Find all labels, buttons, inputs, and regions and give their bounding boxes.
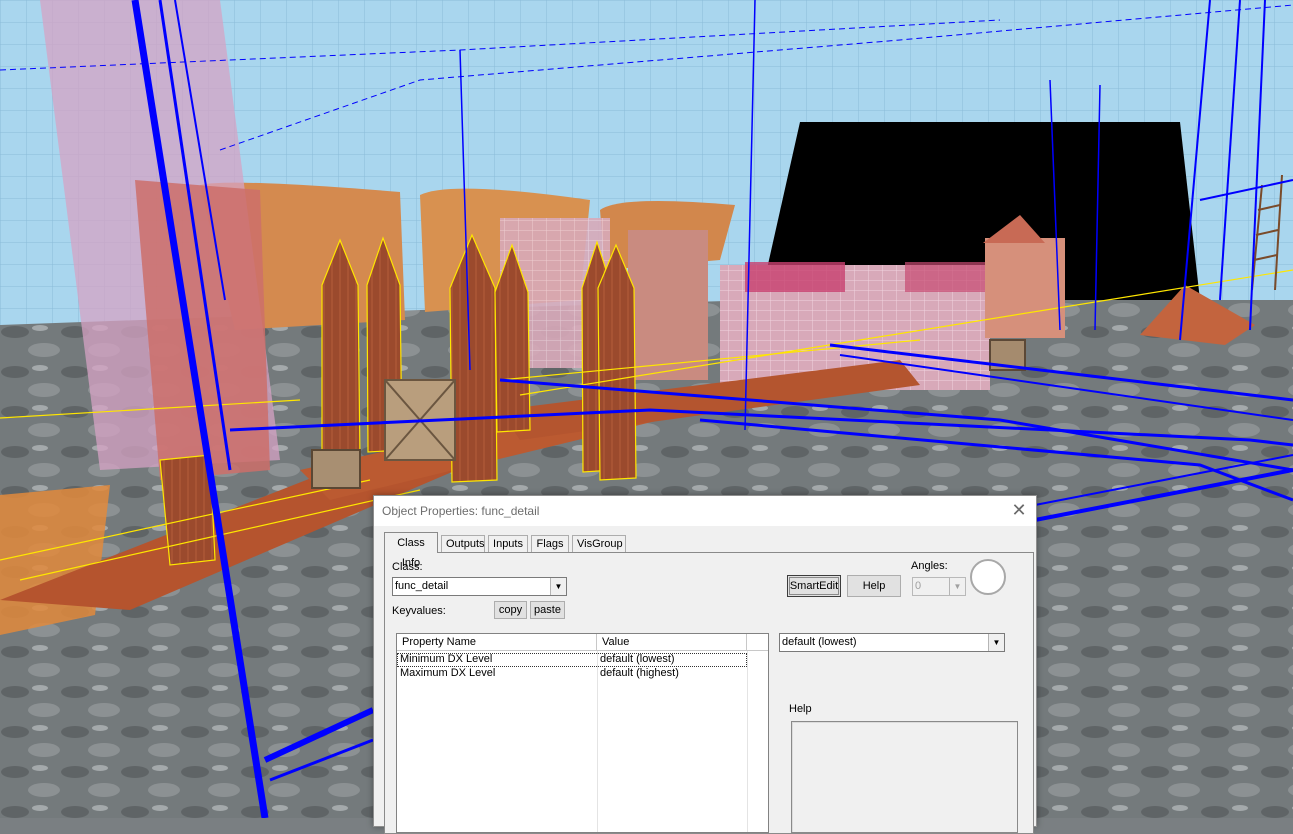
paste-button[interactable]: paste xyxy=(530,601,565,619)
tab-flags[interactable]: Flags xyxy=(531,535,569,552)
property-name-cell: Maximum DX Level xyxy=(400,667,496,679)
property-value-cell: default (highest) xyxy=(600,667,679,679)
table-row[interactable]: Minimum DX Level default (lowest) xyxy=(397,653,747,667)
angle-dial[interactable] xyxy=(970,559,1006,595)
keyvalues-label: Keyvalues: xyxy=(392,605,446,617)
dropdown-arrow-icon[interactable]: ▼ xyxy=(550,578,566,595)
tab-inputs[interactable]: Inputs xyxy=(488,535,528,552)
column-header-value[interactable]: Value xyxy=(597,634,747,651)
class-value: func_detail xyxy=(395,580,449,592)
property-value-cell: default (lowest) xyxy=(600,653,675,665)
angles-label: Angles: xyxy=(911,560,948,572)
value-dropdown-text: default (lowest) xyxy=(782,636,857,648)
tab-visgroup[interactable]: VisGroup xyxy=(572,535,626,552)
value-dropdown[interactable]: default (lowest) ▼ xyxy=(779,633,1005,652)
help-text-box xyxy=(791,721,1018,833)
dropdown-arrow-icon[interactable]: ▼ xyxy=(988,634,1004,651)
class-dropdown[interactable]: func_detail ▼ xyxy=(392,577,567,596)
keyvalues-grid[interactable]: Property Name Value Minimum DX Level def… xyxy=(396,633,769,833)
tab-class-info[interactable]: Class Info xyxy=(384,532,438,569)
column-divider xyxy=(747,651,748,832)
dialog-titlebar[interactable]: Object Properties: func_detail ✕ xyxy=(374,496,1036,526)
property-name-cell: Minimum DX Level xyxy=(400,653,493,665)
dropdown-arrow-icon[interactable]: ▼ xyxy=(949,578,965,595)
angles-dropdown[interactable]: 0 ▼ xyxy=(912,577,966,596)
table-row[interactable]: Maximum DX Level default (highest) xyxy=(397,667,747,681)
column-header-spacer xyxy=(747,634,768,651)
angles-value: 0 xyxy=(915,580,922,592)
dialog-title: Object Properties: func_detail xyxy=(382,504,540,518)
help-button[interactable]: Help xyxy=(847,575,901,597)
column-header-property-name[interactable]: Property Name xyxy=(397,634,597,651)
close-icon[interactable]: ✕ xyxy=(1010,501,1028,519)
object-properties-dialog: Object Properties: func_detail ✕ Class I… xyxy=(373,495,1037,834)
tab-outputs[interactable]: Outputs xyxy=(441,535,485,552)
copy-button[interactable]: copy xyxy=(494,601,527,619)
smartedit-button[interactable]: SmartEdit xyxy=(787,575,841,597)
help-label: Help xyxy=(789,703,812,715)
